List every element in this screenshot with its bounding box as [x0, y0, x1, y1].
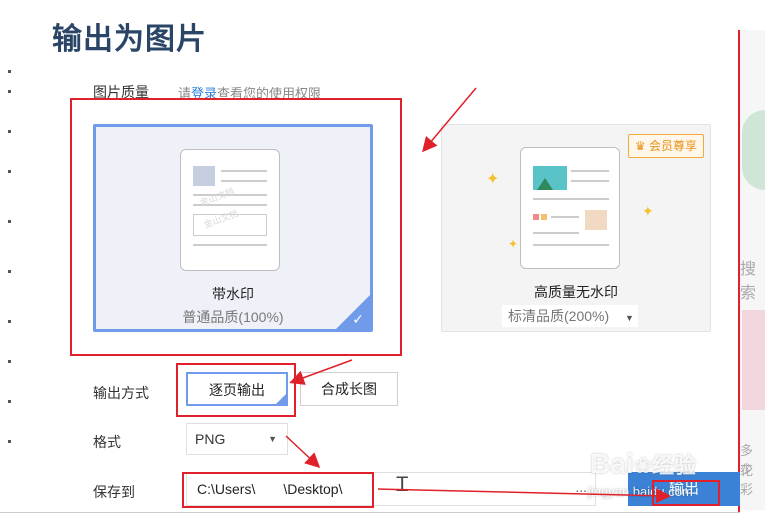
annotation-arrows [285, 87, 671, 504]
annotation-arrow [422, 87, 477, 153]
annotation-arrow [289, 359, 353, 385]
annotation-arrow [377, 488, 671, 504]
bottom-edge [0, 512, 740, 513]
annotation-arrow [285, 435, 321, 469]
